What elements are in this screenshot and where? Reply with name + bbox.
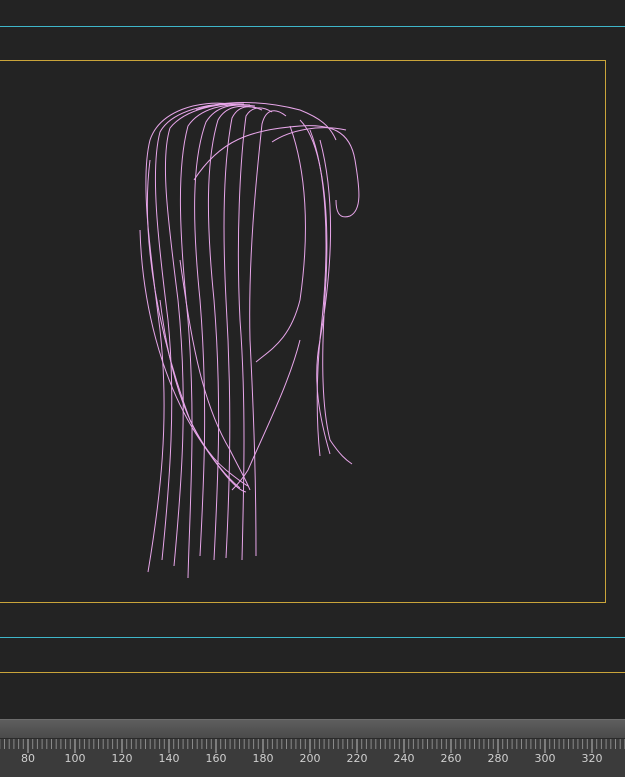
hair-guide-curve <box>309 129 327 457</box>
hair-guide-curve <box>255 125 306 363</box>
frame-number-label: 140 <box>158 752 180 765</box>
frame-number-label: 280 <box>487 752 509 765</box>
frame-number-label: 240 <box>393 752 415 765</box>
frame-number-label: 80 <box>21 752 35 765</box>
hair-guide-curve <box>194 104 256 557</box>
hair-guide-curve <box>179 104 251 579</box>
hair-guide-curve <box>145 102 231 573</box>
hair-guide-curve <box>164 103 245 567</box>
frame-number-label: 260 <box>440 752 462 765</box>
time-slider[interactable]: 80 100 120 140 160 180 200 220 240 260 280 300 320 <box>0 719 625 777</box>
hair-guide-curve <box>179 259 251 491</box>
frame-number-label: 180 <box>252 752 274 765</box>
hair-guide-curve <box>195 102 337 141</box>
hair-guide-curve <box>146 159 241 489</box>
hair-guide-curve <box>249 110 287 557</box>
frame-ruler[interactable]: 80 100 120 140 160 180 200 220 240 260 280 300 320 <box>0 739 625 777</box>
frame-number-label: 220 <box>346 752 368 765</box>
frame-number-label: 200 <box>299 752 321 765</box>
3d-viewport[interactable] <box>0 0 625 720</box>
hair-guide-curve <box>207 105 259 561</box>
hair-guide-curve <box>139 229 247 493</box>
frame-number-label: 320 <box>581 752 603 765</box>
frame-number-label: 120 <box>111 752 133 765</box>
hair-curves[interactable] <box>0 0 625 720</box>
frame-number-label: 160 <box>205 752 227 765</box>
time-slider-header <box>0 719 625 739</box>
frame-number-label: 100 <box>64 752 86 765</box>
frame-number-label: 300 <box>534 752 556 765</box>
